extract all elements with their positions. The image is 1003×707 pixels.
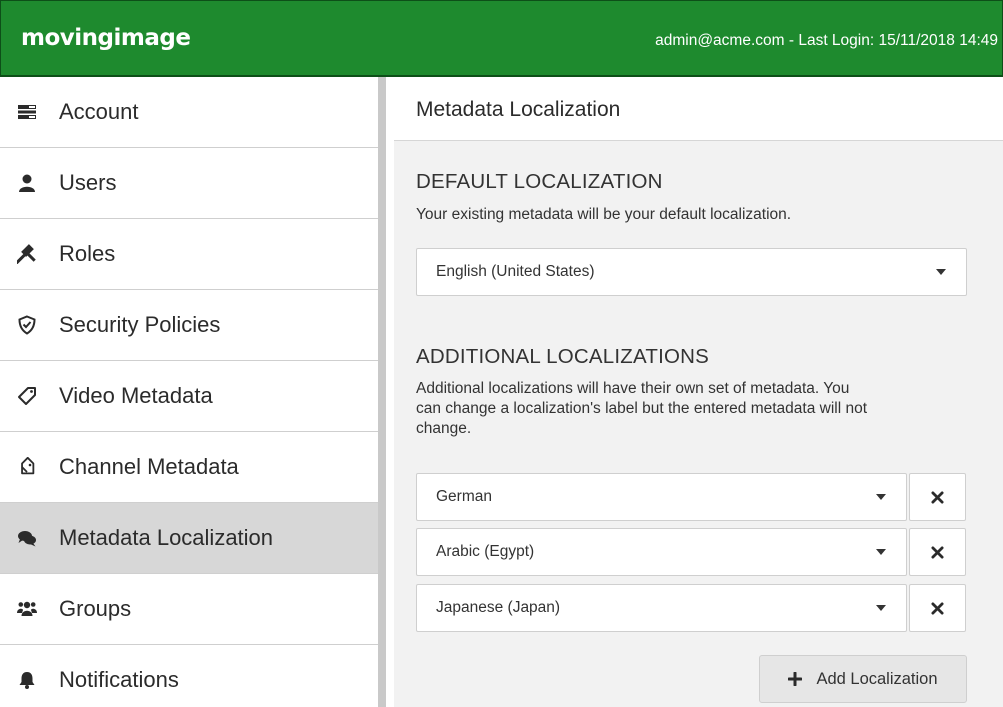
- select-value: German: [436, 488, 492, 505]
- sidebar-item-label: Security Policies: [59, 312, 221, 337]
- sidebar-item-label: Channel Metadata: [59, 454, 239, 479]
- localization-select-german[interactable]: German: [416, 473, 907, 521]
- sidebar-item-label: Groups: [59, 596, 132, 621]
- chevron-down-icon: [876, 494, 886, 500]
- remove-localization-button[interactable]: [909, 584, 966, 632]
- sidebar-item-label: Notifications: [59, 667, 179, 692]
- default-localization-description: Your existing metadata will be your defa…: [416, 206, 792, 223]
- select-value: English (United States): [436, 263, 595, 280]
- sidebar-item-groups[interactable]: Groups: [0, 574, 378, 645]
- sidebar-item-metadata-localization[interactable]: Metadata Localization: [0, 503, 378, 574]
- users-group-icon: [16, 598, 38, 620]
- additional-localizations-heading: ADDITIONAL LOCALIZATIONS: [416, 345, 709, 368]
- plus-icon: [788, 672, 803, 686]
- sidebar-item-label: Users: [59, 170, 117, 195]
- close-icon: [931, 601, 944, 615]
- description-line: Additional localizations will have their…: [416, 380, 850, 397]
- sidebar-item-label: Account: [59, 99, 139, 124]
- chevron-down-icon: [936, 269, 946, 275]
- chevron-down-icon: [876, 549, 886, 555]
- sidebar-item-security-policies[interactable]: Security Policies: [0, 290, 378, 361]
- sidebar-item-users[interactable]: Users: [0, 148, 378, 219]
- tags-icon: [16, 456, 38, 478]
- comments-icon: [16, 527, 38, 549]
- gavel-icon: [16, 243, 38, 265]
- sidebar-item-account[interactable]: Account: [0, 77, 378, 148]
- remove-localization-button[interactable]: [909, 528, 966, 576]
- sidebar-item-notifications[interactable]: Notifications: [0, 645, 378, 707]
- additional-localizations-description: Additional localizations will have their…: [416, 379, 867, 439]
- select-value: Arabic (Egypt): [436, 543, 535, 560]
- localization-select-japanese[interactable]: Japanese (Japan): [416, 584, 907, 632]
- add-localization-button[interactable]: Add Localization: [759, 655, 967, 703]
- shield-icon: [16, 314, 38, 336]
- select-value: Japanese (Japan): [436, 599, 561, 616]
- sidebar-item-channel-metadata[interactable]: Channel Metadata: [0, 432, 378, 503]
- default-localization-heading: DEFAULT LOCALIZATION: [416, 170, 663, 193]
- chevron-down-icon: [876, 605, 886, 611]
- close-icon: [931, 545, 944, 559]
- description-line: can change a localization's label but th…: [416, 400, 868, 417]
- user-icon: [16, 172, 38, 194]
- page-title: Metadata Localization: [416, 98, 621, 121]
- tag-icon: [16, 385, 38, 407]
- localization-select-arabic[interactable]: Arabic (Egypt): [416, 528, 907, 576]
- sidebar-item-label: Video Metadata: [59, 383, 213, 408]
- bell-icon: [16, 669, 38, 691]
- add-localization-label: Add Localization: [816, 669, 938, 688]
- login-info: admin@acme.com - Last Login: 15/11/2018 …: [655, 32, 998, 49]
- page-header: Metadata Localization: [394, 77, 1003, 141]
- account-icon: [16, 101, 38, 123]
- description-line: change.: [416, 420, 472, 437]
- top-bar: movingimage admin@acme.com - Last Login:…: [0, 0, 1003, 77]
- default-localization-select[interactable]: English (United States): [416, 248, 967, 296]
- sidebar: Account Users Roles Security Policies Vi…: [0, 77, 386, 707]
- sidebar-item-label: Roles: [59, 241, 116, 266]
- sidebar-item-roles[interactable]: Roles: [0, 219, 378, 290]
- remove-localization-button[interactable]: [909, 473, 966, 521]
- app-logo[interactable]: movingimage: [21, 25, 191, 51]
- close-icon: [931, 490, 944, 504]
- sidebar-item-label: Metadata Localization: [59, 525, 274, 550]
- sidebar-item-video-metadata[interactable]: Video Metadata: [0, 361, 378, 432]
- main-content: Metadata Localization DEFAULT LOCALIZATI…: [394, 77, 1003, 707]
